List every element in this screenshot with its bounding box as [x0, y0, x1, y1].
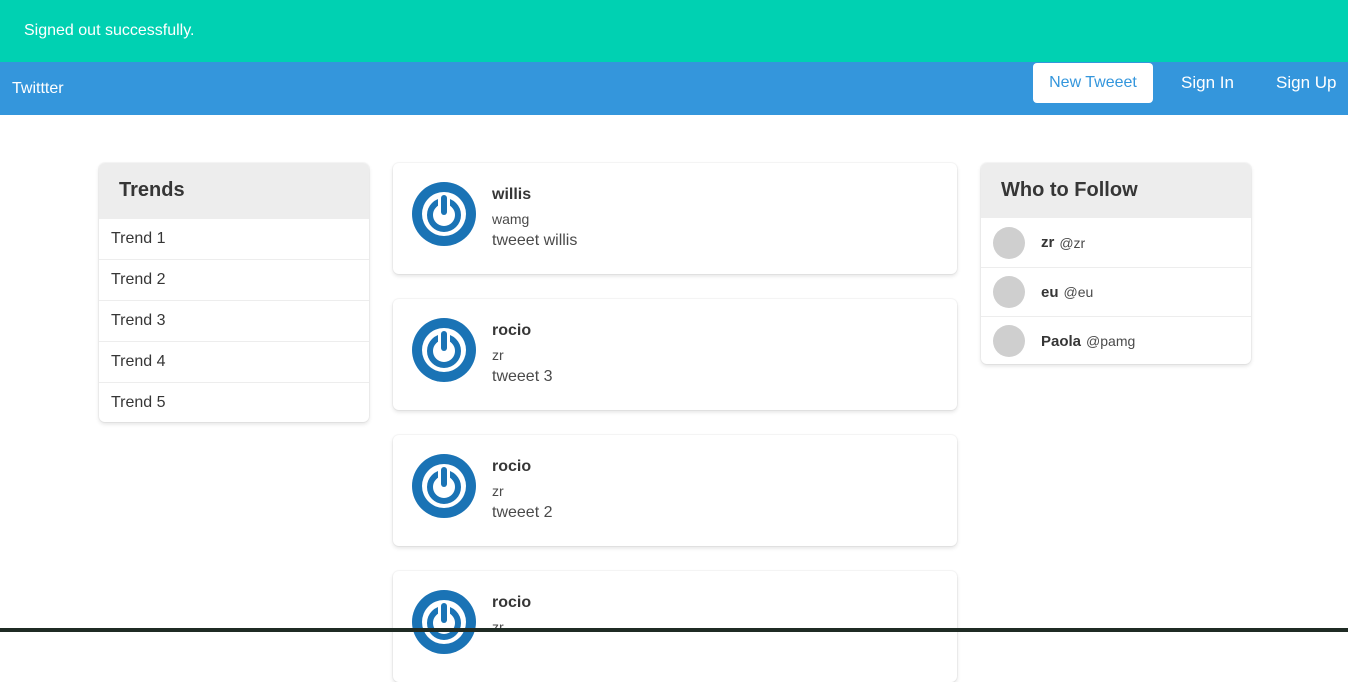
power-icon	[412, 182, 476, 246]
follow-handle: @eu	[1063, 284, 1094, 300]
avatar-placeholder-icon	[993, 276, 1025, 308]
tweet-card: rocio zr tweeet 2	[393, 435, 957, 546]
follow-name: eu	[1041, 283, 1059, 301]
tweet-handle: wamg	[492, 211, 530, 227]
tweet-username[interactable]: rocio	[492, 593, 531, 613]
trend-item[interactable]: Trend 1	[99, 218, 369, 259]
tweet-text: tweeet willis	[492, 232, 578, 249]
avatar-placeholder-icon	[993, 325, 1025, 357]
sign-up-link[interactable]: Sign Up	[1276, 63, 1336, 103]
power-icon	[412, 454, 476, 518]
power-icon	[412, 590, 476, 654]
tweet-handle: zr	[492, 619, 504, 635]
trends-heading: Trends	[99, 163, 369, 218]
who-to-follow-panel: Who to Follow zr @zr eu @eu Paola @pamg	[981, 163, 1251, 364]
follow-suggestion[interactable]: eu @eu	[981, 267, 1251, 316]
navbar: Twittter New Tweeet Sign In Sign Up	[0, 62, 1348, 115]
who-to-follow-heading: Who to Follow	[981, 163, 1251, 218]
tweet-card: rocio zr tweeet 3	[393, 299, 957, 410]
power-icon	[412, 318, 476, 382]
follow-name: zr	[1041, 234, 1055, 251]
follow-name: Paola	[1041, 332, 1082, 350]
follow-handle: @pamg	[1086, 333, 1136, 349]
flash-message: Signed out successfully.	[24, 22, 195, 39]
follow-handle: @zr	[1059, 234, 1086, 251]
follow-suggestion[interactable]: zr @zr	[981, 218, 1251, 267]
tweet-card: rocio zr	[393, 571, 957, 682]
taskbar-edge	[0, 628, 1348, 632]
tweet-username[interactable]: rocio	[492, 457, 552, 477]
brand-link[interactable]: Twittter	[12, 62, 64, 115]
flash-notification: Signed out successfully.	[0, 0, 1348, 62]
tweet-username[interactable]: rocio	[492, 321, 552, 341]
tweet-text: tweeet 2	[492, 504, 553, 521]
trend-item[interactable]: Trend 2	[99, 259, 369, 300]
tweet-card: willis wamg tweeet willis	[393, 163, 957, 274]
tweet-handle: zr	[492, 347, 504, 363]
trend-item[interactable]: Trend 4	[99, 341, 369, 382]
trend-item[interactable]: Trend 3	[99, 300, 369, 341]
trends-panel: Trends Trend 1 Trend 2 Trend 3 Trend 4 T…	[99, 163, 369, 422]
trend-item[interactable]: Trend 5	[99, 382, 369, 422]
avatar-placeholder-icon	[993, 226, 1025, 259]
tweet-username[interactable]: willis	[492, 185, 577, 205]
new-tweet-button[interactable]: New Tweeet	[1033, 63, 1153, 103]
sign-in-link[interactable]: Sign In	[1181, 63, 1234, 103]
tweet-text: tweeet 3	[492, 368, 553, 385]
follow-suggestion[interactable]: Paola @pamg	[981, 316, 1251, 364]
tweet-handle: zr	[492, 483, 504, 499]
